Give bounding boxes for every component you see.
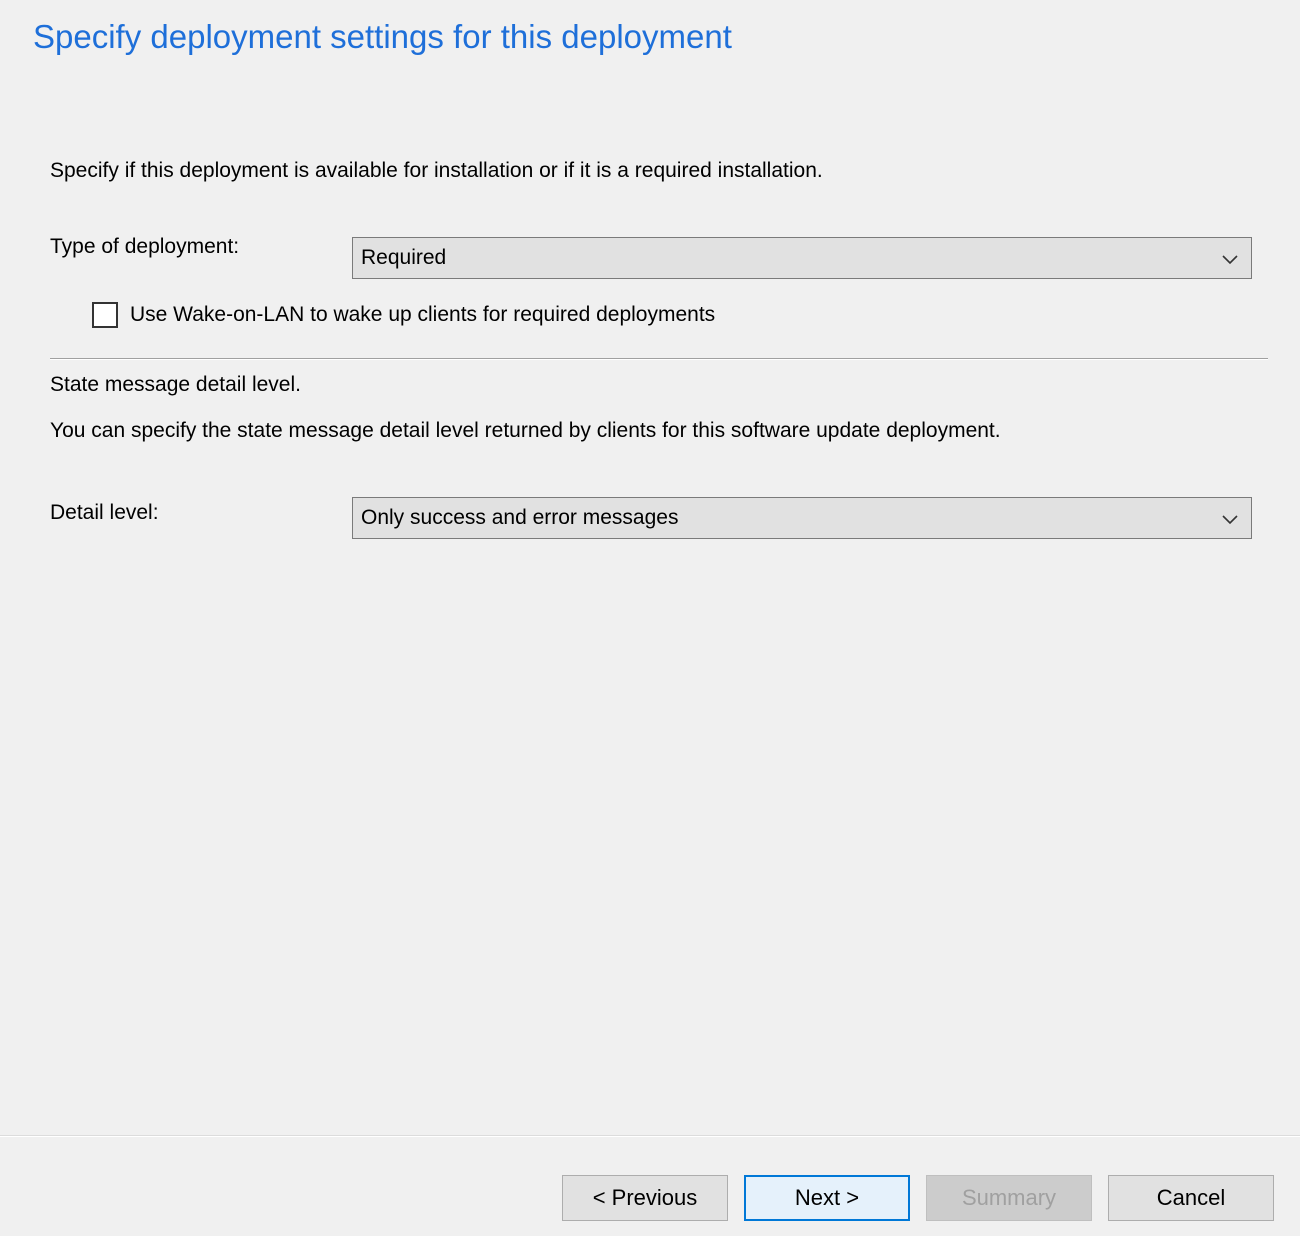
state-message-heading: State message detail level. — [50, 373, 301, 396]
chevron-down-icon — [1222, 255, 1238, 265]
detail-level-dropdown[interactable]: Only success and error messages — [352, 497, 1252, 539]
cancel-button[interactable]: Cancel — [1108, 1175, 1274, 1221]
detail-level-value: Only success and error messages — [361, 506, 679, 529]
footer-divider — [0, 1135, 1300, 1137]
wake-on-lan-checkbox[interactable] — [92, 302, 118, 328]
page-title: Specify deployment settings for this dep… — [33, 18, 732, 55]
type-of-deployment-label: Type of deployment: — [50, 235, 240, 258]
previous-button[interactable]: < Previous — [562, 1175, 728, 1221]
state-message-description: You can specify the state message detail… — [50, 419, 1001, 442]
summary-button[interactable]: Summary — [926, 1175, 1092, 1221]
type-of-deployment-dropdown[interactable]: Required — [352, 237, 1252, 279]
chevron-down-icon — [1222, 515, 1238, 525]
type-of-deployment-value: Required — [361, 246, 447, 269]
section-divider — [50, 358, 1268, 360]
detail-level-label: Detail level: — [50, 501, 159, 524]
deployment-intro-text: Specify if this deployment is available … — [50, 159, 823, 182]
next-button[interactable]: Next > — [744, 1175, 910, 1221]
wake-on-lan-label[interactable]: Use Wake-on-LAN to wake up clients for r… — [130, 303, 715, 327]
